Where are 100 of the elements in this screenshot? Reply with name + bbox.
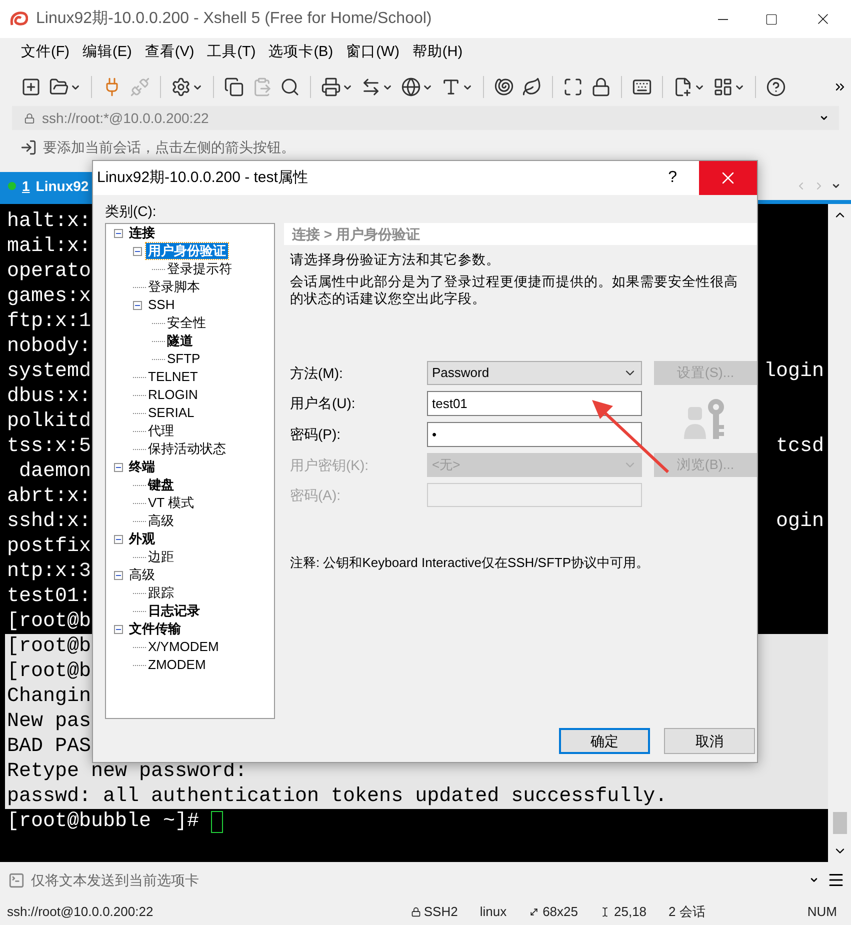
menu-item[interactable]: 文件(F) bbox=[15, 42, 76, 64]
tree-item[interactable]: 用户身份验证 bbox=[146, 243, 228, 259]
tree-item[interactable]: 跟踪 bbox=[146, 585, 176, 601]
tree-item[interactable]: X/YMODEM bbox=[146, 639, 221, 655]
menu-item[interactable]: 编辑(E) bbox=[76, 42, 138, 64]
tree-item[interactable]: 边距 bbox=[146, 549, 176, 565]
terminal-line: halt:x: bbox=[7, 209, 92, 234]
tree-item[interactable]: SERIAL bbox=[146, 405, 196, 421]
dialog-button[interactable]: 确定 bbox=[559, 728, 650, 754]
keyboard-icon bbox=[632, 77, 652, 97]
tree-item[interactable]: 高级 bbox=[127, 567, 157, 583]
tree-item[interactable]: 键盘 bbox=[146, 477, 176, 493]
help-button[interactable]: ? bbox=[668, 166, 677, 190]
tree-item[interactable]: 登录提示符 bbox=[165, 261, 234, 277]
collapse-toggle[interactable] bbox=[114, 462, 123, 472]
terminal-line: [root@b bbox=[7, 609, 92, 634]
text-field[interactable]: • bbox=[427, 422, 642, 447]
field-label: 用户名(U): bbox=[290, 394, 356, 413]
lock-icon bbox=[591, 77, 611, 97]
menu-item[interactable]: 查看(V) bbox=[138, 42, 200, 64]
tree-item[interactable]: TELNET bbox=[146, 369, 200, 385]
status-num: NUM bbox=[807, 902, 837, 921]
terminal-line: systemd bbox=[7, 359, 92, 384]
tree-item[interactable]: 连接 bbox=[127, 225, 157, 241]
font-icon bbox=[441, 77, 461, 97]
field-label: 密码(A): bbox=[290, 486, 342, 505]
status-cursor: 25,18 bbox=[614, 902, 647, 921]
tree-item[interactable]: 日志记录 bbox=[146, 603, 202, 619]
collapse-toggle[interactable] bbox=[114, 624, 123, 634]
address-field[interactable]: ssh://root:*@10.0.0.200:22 bbox=[42, 108, 209, 128]
search-icon bbox=[280, 77, 300, 97]
menu-item[interactable]: 帮助(H) bbox=[406, 42, 469, 64]
tree-item[interactable]: 登录脚本 bbox=[146, 279, 202, 295]
menu-item[interactable]: 窗口(W) bbox=[340, 42, 406, 64]
tree-item[interactable]: ZMODEM bbox=[146, 657, 208, 673]
tree-item[interactable]: 保持活动状态 bbox=[146, 441, 228, 457]
compose-field[interactable]: 仅将文本发送到当前选项卡 bbox=[31, 870, 809, 890]
shell-icon bbox=[494, 77, 514, 97]
maximize-icon bbox=[764, 12, 778, 26]
breadcrumb-header: 连接 > 用户身份验证 bbox=[284, 223, 757, 245]
note-text: 注释: 公钥和Keyboard Interactive仅在SSH/SFTP协议中可用。 bbox=[289, 554, 650, 572]
tab-number: 1 bbox=[22, 176, 30, 196]
app-logo-icon bbox=[10, 11, 28, 27]
collapse-toggle[interactable] bbox=[133, 300, 142, 310]
status-size: 68x25 bbox=[542, 902, 578, 921]
terminal-line: BAD PAS bbox=[7, 734, 92, 759]
copy-icon bbox=[224, 77, 244, 97]
collapse-toggle[interactable] bbox=[114, 534, 123, 544]
text-field[interactable]: test01 bbox=[427, 391, 642, 416]
terminal-line: sshd:x: bbox=[7, 509, 92, 534]
printer-icon bbox=[321, 77, 341, 97]
terminal-icon bbox=[8, 872, 25, 888]
method-select[interactable]: Password bbox=[427, 361, 642, 385]
terminal-line: nobody: bbox=[7, 334, 92, 359]
cursor-icon bbox=[600, 906, 610, 916]
tree-item[interactable]: SFTP bbox=[165, 351, 202, 367]
tree-item[interactable]: VT 模式 bbox=[146, 495, 196, 511]
lock-icon bbox=[410, 906, 421, 916]
menu-item[interactable]: 工具(T) bbox=[201, 42, 262, 64]
folder-icon bbox=[49, 77, 69, 97]
terminal-line: games:x bbox=[7, 284, 92, 309]
menu-icon bbox=[827, 871, 845, 889]
leaf-icon bbox=[522, 77, 542, 97]
field-label: 方法(M): bbox=[290, 364, 344, 383]
terminal-line: tss:x:5 bbox=[7, 434, 92, 459]
tree-item[interactable]: 代理 bbox=[146, 423, 176, 439]
tree-item[interactable]: 高级 bbox=[146, 513, 176, 529]
tree-item[interactable]: 终端 bbox=[127, 459, 157, 475]
new-session-icon bbox=[21, 77, 41, 97]
tree-item[interactable]: 隧道 bbox=[165, 333, 195, 349]
collapse-toggle[interactable] bbox=[133, 246, 142, 256]
tree-item[interactable]: 安全性 bbox=[165, 315, 208, 331]
add-session-icon bbox=[20, 139, 37, 156]
transfer-icon bbox=[361, 77, 381, 97]
terminal-line: operato bbox=[7, 259, 92, 284]
field-label: 密码(P): bbox=[290, 425, 342, 444]
field-label: 用户密钥(K): bbox=[290, 456, 370, 475]
tree-item[interactable]: 外观 bbox=[127, 531, 157, 547]
settings-icon bbox=[171, 77, 191, 97]
tree-item[interactable]: RLOGIN bbox=[146, 387, 200, 403]
dropdown-caret-icon bbox=[819, 113, 829, 123]
terminal-line: login bbox=[764, 359, 824, 384]
collapse-toggle[interactable] bbox=[114, 570, 123, 580]
terminal-line: tcsd bbox=[776, 434, 824, 459]
status-terminal-type: linux bbox=[480, 902, 507, 921]
dialog-button[interactable]: 取消 bbox=[664, 728, 755, 754]
resize-icon bbox=[528, 906, 539, 916]
scroll-thumb[interactable] bbox=[832, 812, 846, 834]
terminal-line: daemon bbox=[18, 459, 92, 484]
terminal-line: dbus:x: bbox=[7, 384, 92, 409]
tree-item[interactable]: 文件传输 bbox=[127, 621, 183, 637]
hint-text: 要添加当前会话，点击左侧的箭头按钮。 bbox=[43, 138, 295, 157]
tree-item[interactable]: SSH bbox=[146, 297, 177, 313]
status-address: ssh://root@10.0.0.200:22 bbox=[7, 902, 154, 921]
scrollbar[interactable] bbox=[828, 204, 851, 862]
layout-icon bbox=[713, 77, 733, 97]
menu-item[interactable]: 选项卡(B) bbox=[262, 42, 340, 64]
terminal-line: ntp:x:3 bbox=[7, 559, 92, 584]
terminal-line: Retype new password: bbox=[7, 759, 248, 784]
collapse-toggle[interactable] bbox=[114, 228, 123, 238]
